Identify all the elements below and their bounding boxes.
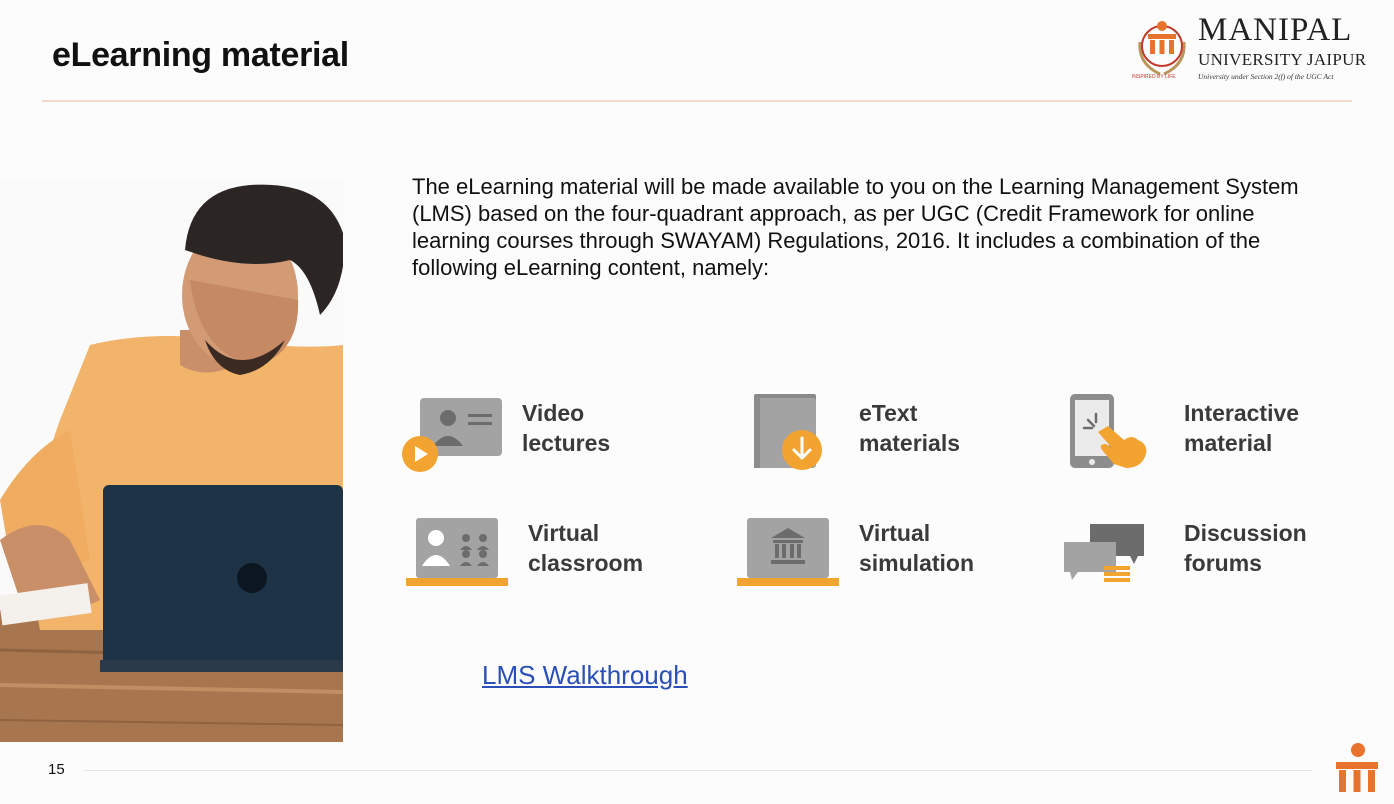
university-mark-icon <box>1336 743 1378 792</box>
etext-book-icon <box>754 394 822 470</box>
feature-etext-line1: eText <box>859 400 918 426</box>
virtual-classroom-icon <box>406 518 508 586</box>
feature-interactive-line1: Interactive <box>1184 400 1300 426</box>
logo-subtitle: UNIVERSITY JAIPUR <box>1198 50 1367 69</box>
lms-walkthrough-link[interactable]: LMS Walkthrough <box>482 660 688 691</box>
logo-motto: INSPIRED BY LIFE <box>1132 74 1176 80</box>
intro-paragraph: The eLearning material will be made avai… <box>412 174 1299 280</box>
feature-video-lectures: Video lectures <box>400 392 700 482</box>
feature-etext-line2: materials <box>859 430 961 456</box>
page-title: eLearning material <box>52 36 349 74</box>
university-logo: MANIPAL UNIVERSITY JAIPUR University und… <box>1130 10 1380 86</box>
virtual-simulation-icon <box>737 518 839 586</box>
video-lectures-icon <box>402 398 502 472</box>
feature-simulation-line1: Virtual <box>859 520 931 546</box>
logo-name: MANIPAL <box>1198 12 1353 48</box>
feature-virtual-classroom: Virtual classroom <box>406 512 706 602</box>
discussion-forums-icon <box>1064 524 1144 582</box>
feature-discussion-line1: Discussion <box>1184 520 1307 546</box>
page-number: 15 <box>48 761 65 778</box>
feature-simulation-line2: simulation <box>859 550 975 576</box>
feature-discussion-forums: Discussion forums <box>1062 512 1362 602</box>
feature-video-line1: Video <box>522 400 585 426</box>
student-photo <box>0 180 343 742</box>
interactive-touch-icon <box>1070 394 1147 468</box>
university-seal-icon <box>1138 21 1186 76</box>
feature-discussion-line2: forums <box>1184 550 1262 576</box>
feature-etext-materials: eText materials <box>738 392 1038 482</box>
feature-video-line2: lectures <box>522 430 611 456</box>
logo-act-text: University under Section 2(f) of the UGC… <box>1198 72 1334 81</box>
feature-virtual-simulation: Virtual simulation <box>737 512 1037 602</box>
feature-interactive-line2: material <box>1184 430 1273 456</box>
feature-classroom-line1: Virtual <box>528 520 600 546</box>
feature-classroom-line2: classroom <box>528 550 644 576</box>
header-divider <box>42 100 1352 102</box>
feature-interactive-material: Interactive material <box>1062 392 1362 482</box>
footer-divider <box>84 770 1312 771</box>
